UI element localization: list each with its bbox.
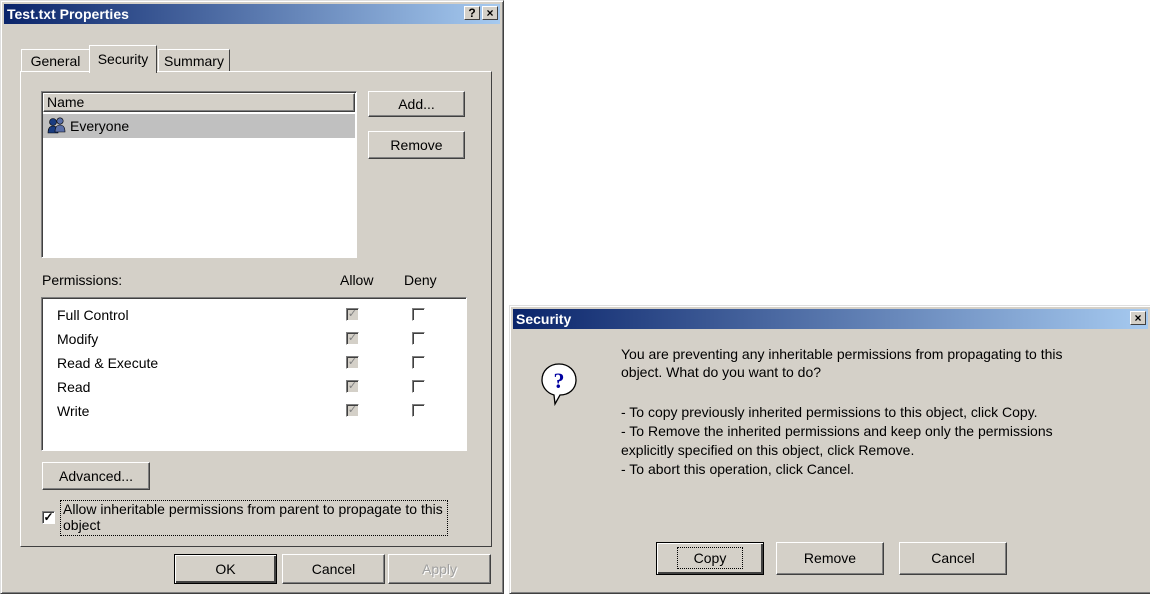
message-line-1: You are preventing any inheritable permi… <box>621 346 1063 362</box>
remove-button-label: Remove <box>803 550 857 566</box>
deny-checkbox[interactable] <box>412 356 425 369</box>
user-group-icon <box>47 117 67 138</box>
add-button-label: Add... <box>398 96 435 112</box>
remove-button[interactable]: Remove <box>368 131 465 159</box>
message-line-2: object. What do you want to do? <box>621 364 822 380</box>
list-item-label: Everyone <box>70 118 130 134</box>
close-button[interactable]: × <box>1130 311 1146 325</box>
ok-button[interactable]: OK <box>174 554 277 584</box>
message-line-3: - To copy previously inherited permissio… <box>621 404 1038 420</box>
cancel-button-label: Cancel <box>311 561 356 577</box>
permission-label: Write <box>57 403 90 419</box>
allow-checkbox[interactable]: ✓ <box>346 308 359 321</box>
allow-header: Allow <box>340 272 374 288</box>
security-dialog: Security × ? You are preventing any inhe… <box>509 305 1150 594</box>
deny-checkbox[interactable] <box>412 332 425 345</box>
permission-label: Read & Execute <box>57 355 159 371</box>
permissions-list[interactable]: Full Control Modify Read & Execute Read … <box>41 297 467 451</box>
inherit-label-line-1: Allow inheritable permissions from paren… <box>63 501 443 517</box>
tab-security[interactable]: Security <box>89 45 157 73</box>
permissions-label: Permissions: <box>42 272 123 288</box>
properties-title-bar[interactable]: Test.txt Properties ? × <box>4 4 500 24</box>
deny-checkbox[interactable] <box>412 380 425 393</box>
permission-label: Modify <box>57 331 99 347</box>
advanced-button[interactable]: Advanced... <box>42 462 150 490</box>
cancel-button-label: Cancel <box>931 550 975 566</box>
apply-button-label: Apply <box>421 561 458 577</box>
permission-label: Full Control <box>57 307 129 323</box>
inherit-permissions-checkbox[interactable]: ✓ <box>42 511 55 524</box>
svg-text:?: ? <box>554 368 565 393</box>
allow-checkbox[interactable]: ✓ <box>346 404 359 417</box>
deny-checkbox[interactable] <box>412 404 425 417</box>
inherit-permissions-label[interactable]: Allow inheritable permissions from paren… <box>60 500 448 536</box>
advanced-button-label: Advanced... <box>59 468 133 484</box>
properties-title: Test.txt Properties <box>7 6 129 22</box>
remove-button[interactable]: Remove <box>776 542 884 575</box>
name-header-label: Name <box>47 94 85 110</box>
permission-label: Read <box>57 379 91 395</box>
cancel-button[interactable]: Cancel <box>282 554 385 584</box>
inherit-label-line-2: object <box>63 517 101 533</box>
tab-summary[interactable]: Summary <box>158 49 230 71</box>
message-line-6: - To abort this operation, click Cancel. <box>621 461 855 477</box>
allow-checkbox[interactable]: ✓ <box>346 380 359 393</box>
close-button[interactable]: × <box>482 6 498 20</box>
cancel-button[interactable]: Cancel <box>899 542 1007 575</box>
deny-checkbox[interactable] <box>412 308 425 321</box>
add-button[interactable]: Add... <box>368 91 465 117</box>
list-item-everyone[interactable]: Everyone <box>43 114 355 138</box>
allow-checkbox[interactable]: ✓ <box>346 356 359 369</box>
security-title-bar[interactable]: Security × <box>513 309 1148 329</box>
copy-button[interactable]: Copy <box>656 542 764 575</box>
apply-button[interactable]: Apply <box>388 554 491 584</box>
question-icon: ? <box>539 362 579 409</box>
name-column-header[interactable]: Name <box>43 93 355 112</box>
tab-general[interactable]: General <box>21 49 90 71</box>
remove-button-label: Remove <box>390 137 443 153</box>
properties-dialog: Test.txt Properties ? × General Security… <box>0 0 504 594</box>
user-list[interactable]: Name Everyone <box>41 91 357 258</box>
allow-checkbox[interactable]: ✓ <box>346 332 359 345</box>
message-line-5: explicitly specified on this object, cli… <box>621 442 915 458</box>
message-line-4: - To Remove the inherited permissions an… <box>621 423 1053 439</box>
help-button[interactable]: ? <box>464 6 480 20</box>
deny-header: Deny <box>404 272 437 288</box>
copy-button-label: Copy <box>676 547 744 569</box>
ok-button-label: OK <box>215 561 236 577</box>
security-title: Security <box>516 311 572 327</box>
